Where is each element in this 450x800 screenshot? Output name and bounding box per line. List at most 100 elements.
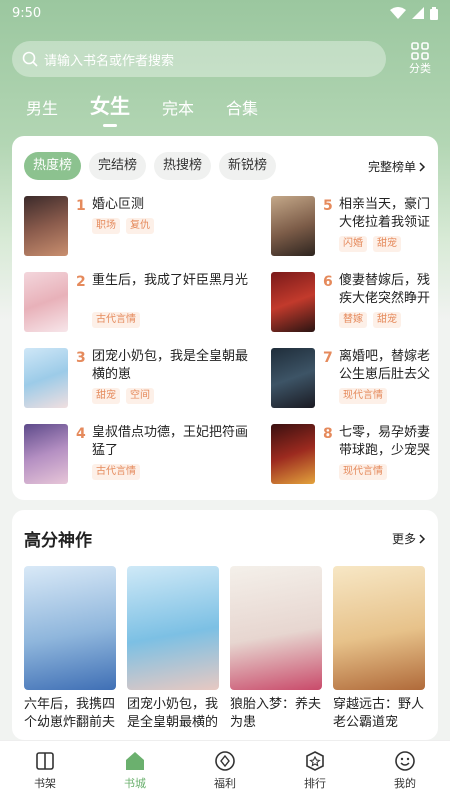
- battery-icon: [430, 6, 438, 20]
- tab-completed[interactable]: 完本: [162, 95, 194, 127]
- book-tag: 现代言情: [339, 464, 387, 480]
- ranking-item[interactable]: 8 七零，易孕娇妻带球跑，少宠哭了 现代言情: [271, 424, 431, 488]
- book-cover: [271, 196, 315, 256]
- book-cover: [271, 348, 315, 408]
- tab-search-ranking[interactable]: 热搜榜: [154, 152, 212, 180]
- bookshelf-icon: [36, 752, 54, 770]
- tab-female[interactable]: 女生: [90, 90, 130, 127]
- book-title: 六年后，我携四个幼崽炸翻前夫家: [24, 697, 116, 730]
- section-title: 高分神作: [24, 531, 92, 551]
- rank-number: 1: [76, 198, 86, 214]
- book-tag: 古代言情: [92, 464, 140, 480]
- book-title: 傻妻替嫁后，残疾大佬突然睁开眼: [339, 273, 431, 306]
- chevron-right-icon: [419, 161, 426, 172]
- bookstore-icon: [126, 752, 144, 770]
- nav-label: 书城: [124, 777, 146, 790]
- tab-new-ranking[interactable]: 新锐榜: [219, 152, 277, 180]
- search-icon: [22, 51, 38, 67]
- tab-completed-ranking[interactable]: 完结榜: [89, 152, 147, 180]
- book-title: 穿越远古：野人老公霸道宠: [333, 697, 425, 730]
- book-tag: 空间: [126, 388, 154, 404]
- ranking-item[interactable]: 6 傻妻替嫁后，残疾大佬突然睁开眼 替嫁 甜宠: [271, 272, 431, 336]
- rank-number: 7: [323, 350, 333, 366]
- book-title: 团宠小奶包，我是全皇朝最横的崽: [127, 697, 219, 730]
- wifi-icon: [390, 7, 406, 19]
- signal-icon: [412, 7, 424, 19]
- ranking-item[interactable]: 2 重生后，我成了奸臣黑月光 古代言情: [24, 272, 264, 336]
- book-cover: [333, 566, 425, 690]
- rank-number: 3: [76, 350, 86, 366]
- tab-collection[interactable]: 合集: [226, 95, 258, 127]
- book-cover: [271, 424, 315, 484]
- book-cover: [24, 566, 116, 690]
- status-time: 9:50: [12, 5, 42, 21]
- tab-hot-ranking[interactable]: 热度榜: [24, 152, 82, 180]
- book-title: 离婚吧，替嫁老公生崽后肚去父留子: [339, 349, 431, 382]
- book-title: 相亲当天，豪门大佬拉着我领证: [339, 197, 431, 230]
- ranking-item[interactable]: 4 皇叔借点功德，王妃把符画猛了 古代言情: [24, 424, 264, 488]
- nav-label: 福利: [214, 777, 236, 790]
- book-cover: [271, 272, 315, 332]
- rank-number: 4: [76, 426, 86, 442]
- book-title: 皇叔借点功德，王妃把符画猛了: [92, 425, 249, 458]
- ranking-icon: [306, 751, 324, 771]
- rank-number: 5: [323, 198, 333, 214]
- nav-label: 书架: [34, 777, 56, 790]
- nav-welfare[interactable]: 福利: [195, 750, 255, 791]
- nav-label: 排行: [304, 777, 326, 790]
- book-cover: [127, 566, 219, 690]
- more-link[interactable]: 更多: [392, 530, 426, 547]
- book-title: 狼胎入梦：养夫为患: [230, 697, 322, 730]
- status-bar: 9:50: [0, 0, 450, 26]
- nav-bookshelf[interactable]: 书架: [15, 750, 75, 791]
- book-tag: 古代言情: [92, 312, 140, 328]
- ranking-item[interactable]: 7 离婚吧，替嫁老公生崽后肚去父留子 现代言情: [271, 348, 431, 412]
- category-button[interactable]: 分类: [402, 40, 438, 78]
- book-tag: 替嫁: [339, 312, 367, 328]
- book-tag: 甜宠: [373, 312, 401, 328]
- book-title: 重生后，我成了奸臣黑月光: [92, 273, 249, 288]
- ranking-item[interactable]: 1 婚心叵测 职场 复仇: [24, 196, 264, 260]
- search-input[interactable]: 请输入书名或作者搜索: [12, 41, 386, 77]
- ranking-item[interactable]: 5 相亲当天，豪门大佬拉着我领证 闪婚 甜宠: [271, 196, 431, 260]
- book-tag: 复仇: [126, 218, 154, 234]
- book-tag: 闪婚: [339, 236, 367, 252]
- rank-number: 8: [323, 426, 333, 442]
- book-card[interactable]: 六年后，我携四个幼崽炸翻前夫家: [24, 566, 116, 732]
- search-row: 请输入书名或作者搜索 分类: [12, 40, 438, 78]
- ranking-card: 热度榜 完结榜 热搜榜 新锐榜 完整榜单 1 婚心叵测 职场 复仇 2 重生后，…: [12, 136, 438, 500]
- nav-label: 我的: [394, 777, 416, 790]
- profile-icon: [395, 751, 415, 771]
- full-list-label: 完整榜单: [367, 160, 416, 174]
- book-title: 七零，易孕娇妻带球跑，少宠哭了: [339, 425, 431, 458]
- book-cover: [24, 272, 68, 332]
- book-card[interactable]: 穿越远古：野人老公霸道宠: [333, 566, 425, 732]
- nav-bookstore[interactable]: 书城: [105, 750, 165, 791]
- book-tag: 职场: [92, 218, 120, 234]
- book-cover: [24, 348, 68, 408]
- category-label: 分类: [409, 62, 431, 75]
- bottom-navigation: 书架 书城 福利 排行 我的: [0, 740, 450, 800]
- full-list-link[interactable]: 完整榜单: [368, 158, 426, 175]
- gift-icon: [215, 751, 235, 771]
- gender-tabs: 男生 女生 完本 合集: [26, 90, 258, 127]
- book-title: 团宠小奶包，我是全皇朝最横的崽: [92, 349, 249, 382]
- book-cover: [230, 566, 322, 690]
- book-cover: [24, 424, 68, 484]
- rank-number: 6: [323, 274, 333, 290]
- nav-ranking[interactable]: 排行: [285, 750, 345, 791]
- more-label: 更多: [391, 532, 416, 546]
- book-tag: 现代言情: [339, 388, 387, 404]
- ranking-item[interactable]: 3 团宠小奶包，我是全皇朝最横的崽 甜宠 空间: [24, 348, 264, 412]
- book-card[interactable]: 狼胎入梦：养夫为患: [230, 566, 322, 732]
- book-tag: 甜宠: [92, 388, 120, 404]
- book-tag: 甜宠: [373, 236, 401, 252]
- nav-profile[interactable]: 我的: [375, 750, 435, 791]
- rank-number: 2: [76, 274, 86, 290]
- ranking-tabs: 热度榜 完结榜 热搜榜 新锐榜: [24, 152, 277, 180]
- search-placeholder: 请输入书名或作者搜索: [44, 53, 175, 69]
- grid-icon: [411, 42, 429, 60]
- book-card[interactable]: 团宠小奶包，我是全皇朝最横的崽: [127, 566, 219, 732]
- book-cover: [24, 196, 68, 256]
- tab-male[interactable]: 男生: [26, 95, 58, 127]
